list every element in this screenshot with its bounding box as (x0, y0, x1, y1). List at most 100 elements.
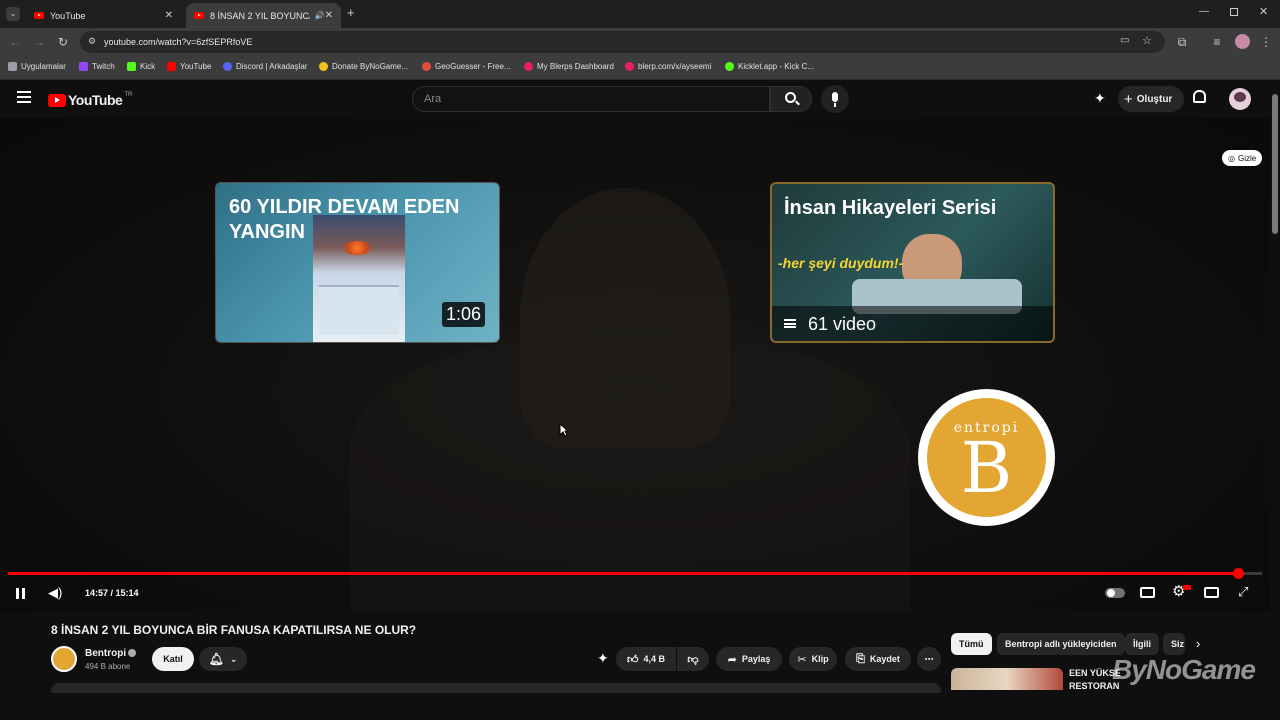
hide-end-cards-button[interactable]: ◎ Gizle (1222, 150, 1263, 166)
bookmarks-bar: Uygulamalar Twitch Kick YouTube Discord … (0, 56, 1280, 80)
channel-name[interactable]: Bentropi (85, 648, 126, 659)
ai-sparkle-icon[interactable]: ✦ (597, 650, 609, 667)
volume-icon[interactable]: ◀) (48, 585, 62, 601)
search-button[interactable] (770, 86, 812, 112)
more-actions-button[interactable]: ⋯ (917, 647, 941, 671)
video-frame-silhouette (350, 338, 910, 612)
subscriber-count: 494 B abone (85, 662, 131, 671)
page-scrollbar[interactable] (1270, 80, 1280, 690)
close-window-icon[interactable]: ✕ (1259, 5, 1268, 18)
eye-off-icon: ◎ (1228, 153, 1235, 163)
back-icon[interactable]: ← (8, 35, 22, 49)
bookmark-icon: ⎘ (856, 652, 865, 665)
dislike-button[interactable]: 👎︎ (677, 647, 709, 671)
restore-icon[interactable] (1230, 8, 1238, 16)
discord-icon (223, 62, 232, 71)
address-bar[interactable]: ⚙ youtube.com/watch?v=6zfSEPRfoVE ▭ ☆ (80, 31, 1165, 53)
region-code: TR (124, 92, 133, 98)
extensions-icon[interactable]: ⧉ (1175, 35, 1189, 49)
forward-icon[interactable]: → (32, 35, 46, 49)
progress-bar[interactable] (8, 568, 1262, 579)
new-tab-icon[interactable]: + (347, 5, 355, 20)
miniplayer-icon[interactable] (1204, 587, 1219, 598)
voice-search-button[interactable] (821, 85, 849, 113)
end-card-video[interactable]: 60 YILDIR DEVAM EDEN YANGIN 1:06 (215, 182, 500, 343)
chevron-right-icon[interactable]: › (1196, 636, 1200, 651)
notifications-bell-icon[interactable] (1193, 90, 1206, 103)
video-player[interactable]: ◎ Gizle 60 YILDIR DEVAM EDEN YANGIN 1:06… (0, 118, 1270, 612)
account-avatar[interactable] (1229, 88, 1251, 110)
tab-video[interactable]: 8 İNSAN 2 YIL BOYUNCA Bİ 🔊 ✕ (186, 3, 341, 28)
chip-related[interactable]: İlgili (1125, 633, 1159, 655)
close-icon[interactable]: ✕ (325, 10, 333, 21)
video-title: 8 İNSAN 2 YIL BOYUNCA BİR FANUSA KAPATIL… (51, 623, 417, 637)
fullscreen-icon[interactable]: ⤢ (1238, 584, 1248, 600)
chip-from-uploader[interactable]: Bentropi adlı yükleyiciden (997, 633, 1125, 655)
minimize-icon[interactable]: — (1199, 6, 1209, 17)
join-button[interactable]: Katıl (152, 647, 194, 671)
chip-for-you[interactable]: Siz (1163, 633, 1185, 655)
pause-icon[interactable] (16, 588, 25, 599)
youtube-logo[interactable]: YouTube TR (48, 92, 132, 108)
bookmark-blerp-profile[interactable]: blerp.com/x/ayseemi (625, 62, 711, 71)
channel-avatar[interactable] (51, 646, 77, 672)
more-horiz-icon: ⋯ (924, 653, 934, 664)
tab-youtube[interactable]: YouTube ✕ (26, 3, 181, 28)
description-box[interactable] (51, 683, 941, 693)
bookmark-donate[interactable]: Donate ByNoGame... (319, 62, 408, 71)
reload-icon[interactable]: ↻ (56, 35, 70, 49)
clip-button[interactable]: ✂ Klip (789, 647, 837, 671)
blerp-icon (524, 62, 533, 71)
bookmark-apps[interactable]: Uygulamalar (8, 62, 66, 71)
media-control-icon[interactable]: ≡ (1210, 35, 1224, 49)
search-input[interactable]: Ara (412, 86, 770, 112)
profile-avatar[interactable] (1235, 34, 1250, 49)
tab-search-icon[interactable]: ⌄ (6, 7, 20, 21)
bookmark-geoguesser[interactable]: GeoGuesser - Free... (422, 62, 511, 71)
youtube-header: YouTube TR Ara ✦ + Oluştur (0, 80, 1280, 118)
share-arrow-icon: ➦ (727, 653, 737, 666)
channel-subscribe-logo[interactable]: entropi B (918, 389, 1055, 526)
plus-icon: + (1124, 90, 1133, 108)
bookmark-star-icon[interactable]: ☆ (1142, 34, 1152, 47)
bookmark-youtube[interactable]: YouTube (167, 62, 211, 71)
bookmark-kicklet[interactable]: Kicklet.app - Kick C... (725, 62, 814, 71)
playlist-count-bar: 61 video (772, 306, 1053, 341)
share-button[interactable]: ➦ Paylaş (716, 647, 782, 671)
site-info-icon[interactable]: ⚙ (88, 36, 96, 47)
recommendation-thumbnail[interactable] (951, 668, 1063, 690)
kick-icon (127, 62, 136, 71)
kicklet-icon (725, 62, 734, 71)
bookmark-kick[interactable]: Kick (127, 62, 155, 71)
playlist-icon (784, 319, 796, 328)
bookmark-twitch[interactable]: Twitch (79, 62, 115, 71)
create-button[interactable]: + Oluştur (1118, 86, 1184, 112)
autoplay-toggle[interactable] (1105, 588, 1125, 598)
end-card-video-title: 60 YILDIR DEVAM EDEN YANGIN (229, 196, 460, 243)
bookmark-discord[interactable]: Discord | Arkadaşlar (223, 62, 307, 71)
tab-title: YouTube (50, 10, 86, 21)
url-text: youtube.com/watch?v=6zfSEPRfoVE (104, 37, 253, 47)
hamburger-menu-icon[interactable] (17, 91, 31, 103)
youtube-wordmark: YouTube (68, 92, 123, 108)
end-card-playlist[interactable]: İnsan Hikayeleri Serisi -her şeyi duydum… (770, 182, 1055, 343)
chip-all[interactable]: Tümü (951, 633, 992, 655)
geoguesser-icon (422, 62, 431, 71)
like-button[interactable]: 👍︎ 4,4 B (616, 647, 676, 671)
subtitles-icon[interactable] (1140, 587, 1155, 598)
bookmark-blerps[interactable]: My Blerps Dashboard (524, 62, 614, 71)
ai-sparkle-icon[interactable]: ✦ (1094, 90, 1106, 107)
verified-badge-icon (128, 649, 136, 657)
end-card-playlist-title: İnsan Hikayeleri Serisi (784, 197, 997, 219)
save-button[interactable]: ⎘ Kaydet (845, 647, 911, 671)
notification-bell-button[interactable]: 🔔︎ ⌄ (199, 647, 247, 671)
bentropi-logo: entropi B (927, 398, 1046, 517)
browser-menu-icon[interactable]: ⋮ (1259, 35, 1273, 49)
scrollbar-thumb[interactable] (1272, 94, 1278, 234)
close-icon[interactable]: ✕ (165, 10, 173, 21)
browser-toolbar: ← → ↻ ⚙ youtube.com/watch?v=6zfSEPRfoVE … (0, 28, 1280, 56)
chevron-down-icon: ⌄ (229, 653, 238, 664)
progress-scrubber[interactable] (1233, 568, 1245, 579)
install-app-icon[interactable]: ▭ (1120, 35, 1129, 46)
donate-icon (319, 62, 328, 71)
